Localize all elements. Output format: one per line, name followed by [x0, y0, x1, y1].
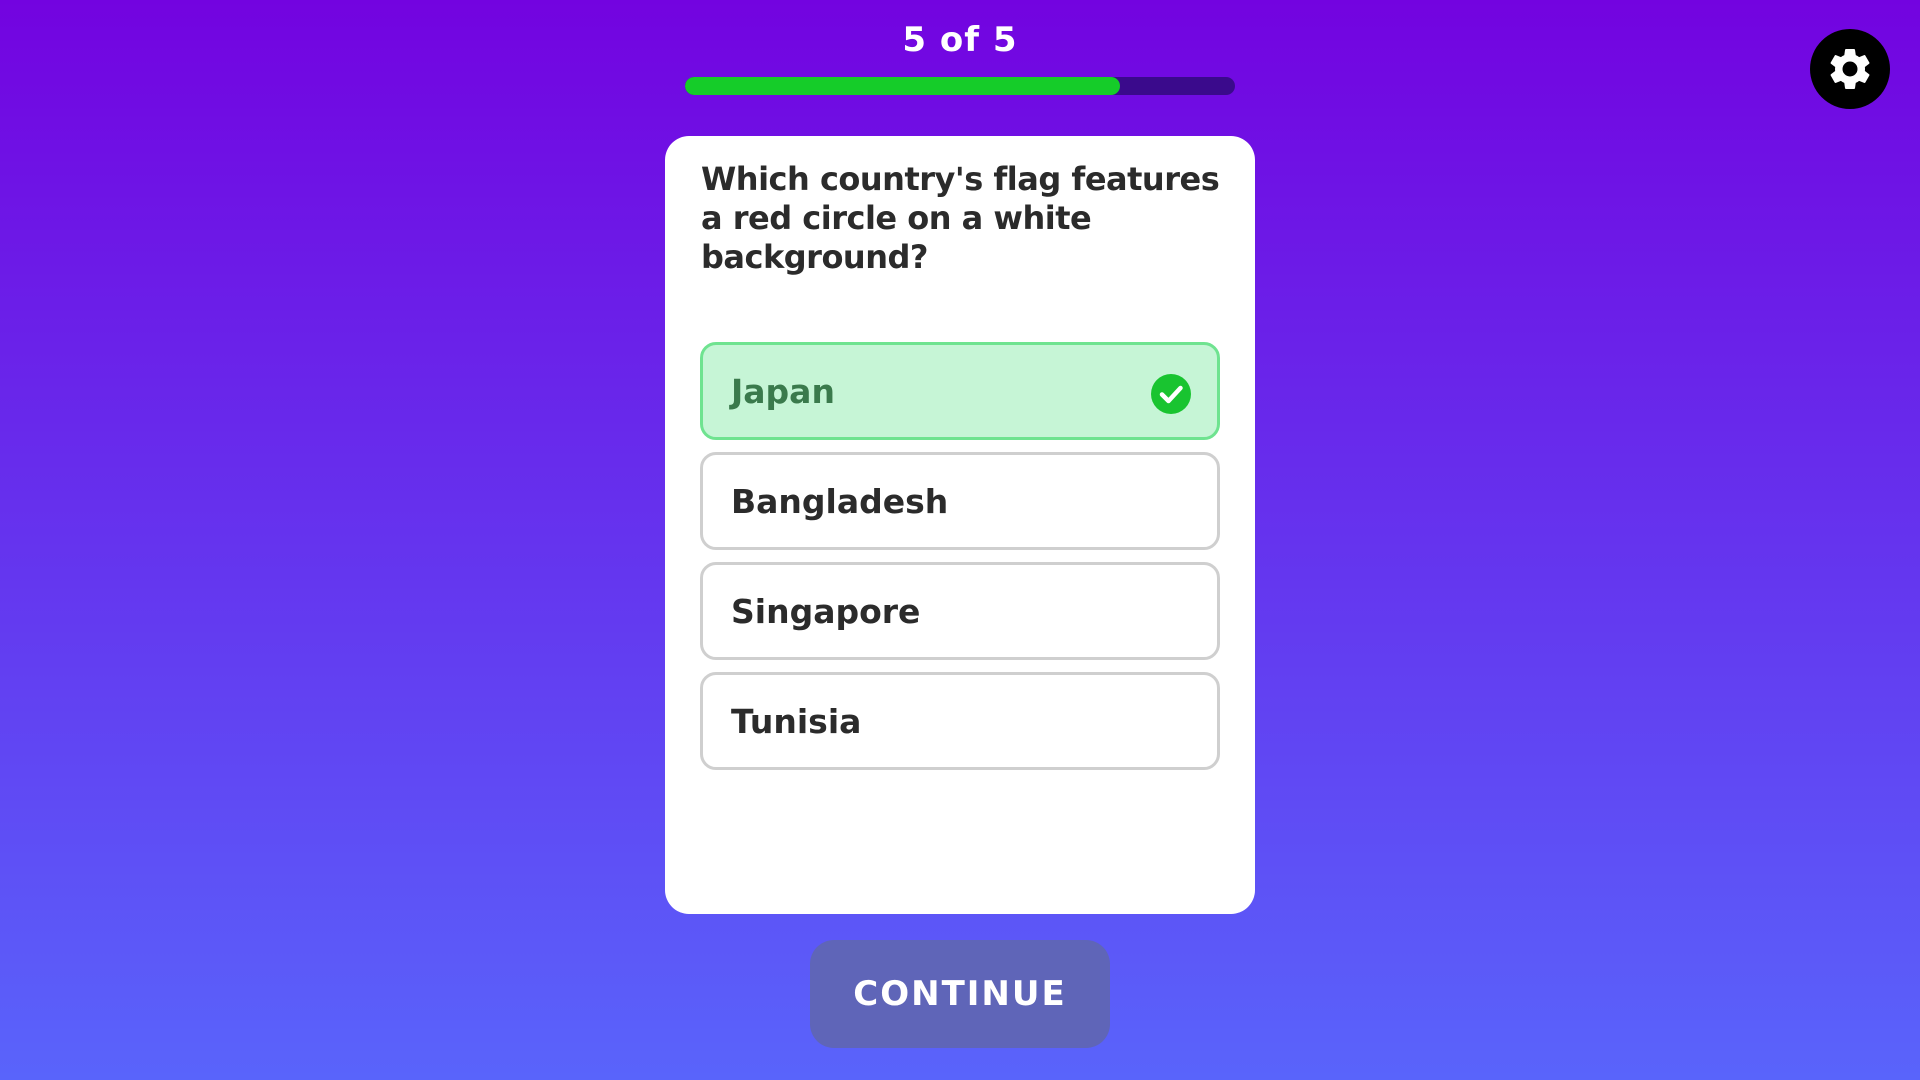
question-card: Which country's flag features a red circ…: [665, 136, 1255, 914]
settings-button[interactable]: [1810, 29, 1890, 109]
answer-option-singapore[interactable]: Singapore: [700, 562, 1220, 660]
progress-label: 5 of 5: [902, 20, 1018, 60]
answer-option-label: Japan: [731, 371, 835, 411]
answer-option-label: Singapore: [731, 591, 921, 631]
answer-option-bangladesh[interactable]: Bangladesh: [700, 452, 1220, 550]
gear-icon: [1830, 48, 1870, 89]
answer-option-japan[interactable]: Japan: [700, 342, 1220, 440]
answer-option-label: Bangladesh: [731, 481, 949, 521]
progress-bar-fill: [685, 77, 1120, 95]
check-circle-icon: [1151, 374, 1191, 414]
answer-option-tunisia[interactable]: Tunisia: [700, 672, 1220, 770]
question-text: Which country's flag features a red circ…: [701, 160, 1220, 276]
continue-button[interactable]: CONTINUE: [810, 940, 1110, 1048]
answer-option-label: Tunisia: [731, 701, 862, 741]
progress-bar: [685, 77, 1235, 95]
